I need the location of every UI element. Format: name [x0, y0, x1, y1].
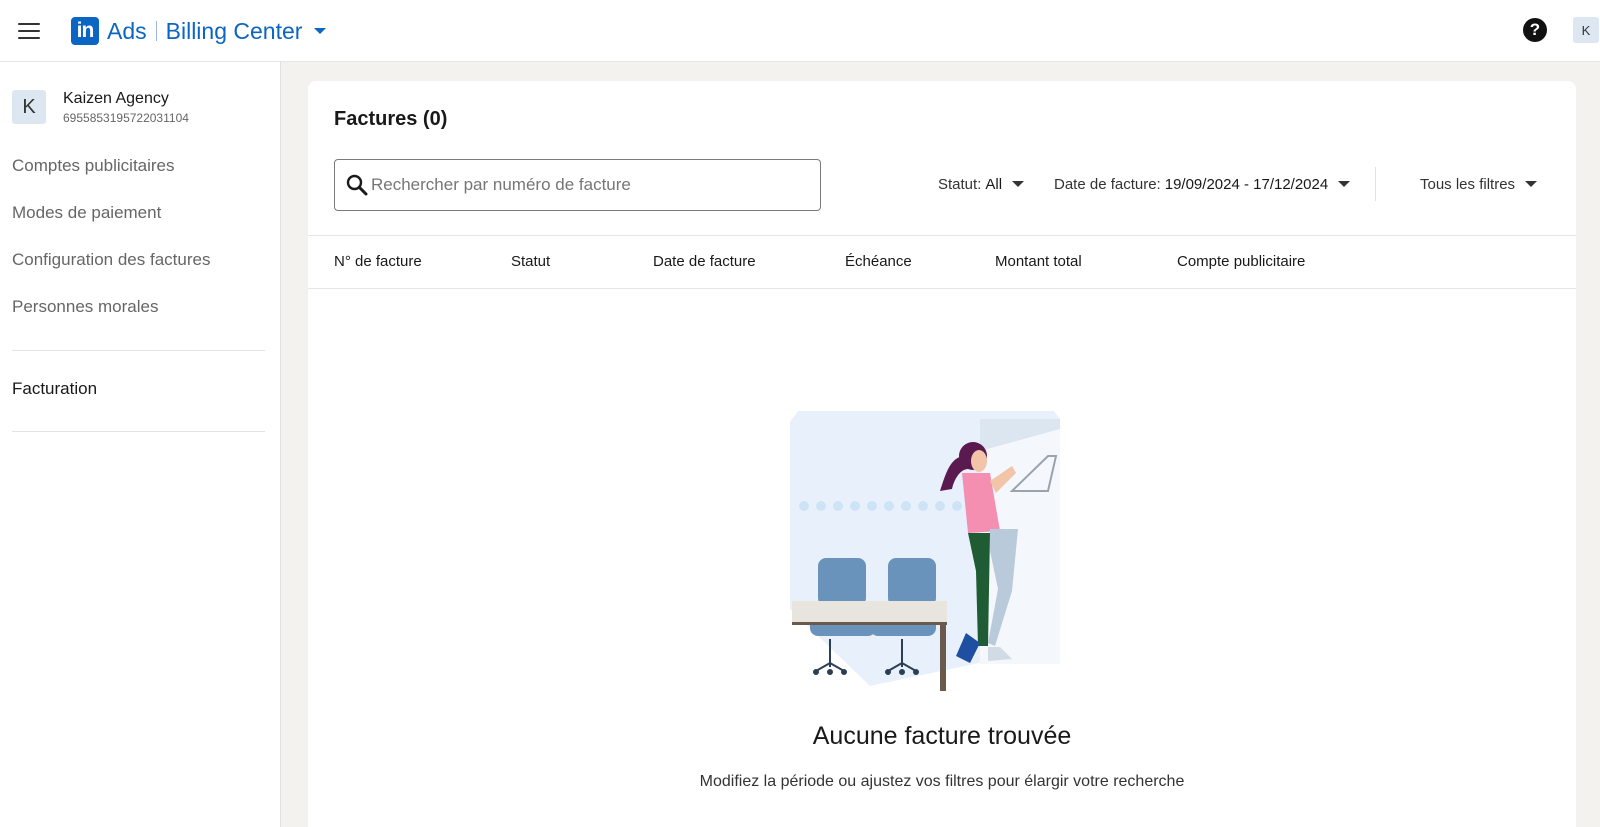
sidebar-item-legal-entities[interactable]: Personnes morales: [12, 297, 158, 317]
status-filter-dropdown[interactable]: Statut: All: [938, 173, 1025, 195]
caret-down-icon: [1525, 181, 1538, 187]
sidebar-divider: [12, 350, 265, 351]
app-title: Billing Center: [165, 17, 303, 44]
caret-down-icon: [1012, 181, 1025, 187]
account-avatar: K: [12, 90, 46, 124]
date-filter-value: 19/09/2024 - 17/12/2024: [1164, 175, 1329, 193]
column-header-invoice-date[interactable]: Date de facture: [653, 253, 756, 270]
sidebar-divider: [12, 431, 265, 432]
search-box[interactable]: [334, 159, 821, 211]
invoices-card: Factures (0) Statut: All Date de facture…: [308, 81, 1576, 827]
sidebar-item-payment-methods[interactable]: Modes de paiement: [12, 203, 161, 223]
help-icon[interactable]: ?: [1523, 18, 1547, 42]
sidebar-item-billing[interactable]: Facturation: [12, 379, 97, 399]
sidebar: K Kaizen Agency 6955853195722031104 Comp…: [0, 62, 281, 827]
column-header-due-date[interactable]: Échéance: [845, 253, 912, 270]
search-icon: [346, 174, 368, 196]
sidebar-item-ad-accounts[interactable]: Comptes publicitaires: [12, 156, 175, 176]
invoice-date-filter-dropdown[interactable]: Date de facture: 19/09/2024 - 17/12/2024: [1054, 173, 1351, 195]
column-header-status[interactable]: Statut: [511, 253, 550, 270]
page-title: Factures (0): [334, 108, 448, 130]
all-filters-dropdown[interactable]: Tous les filtres: [1420, 173, 1538, 195]
top-navigation-bar: in Ads Billing Center ? K: [0, 0, 1600, 62]
column-header-total-amount[interactable]: Montant total: [995, 253, 1082, 270]
column-header-ad-account[interactable]: Compte publicitaire: [1177, 253, 1305, 270]
column-header-invoice-number[interactable]: N° de facture: [334, 253, 422, 270]
all-filters-label: Tous les filtres: [1420, 175, 1516, 193]
date-filter-label: Date de facture:: [1054, 175, 1161, 193]
user-avatar[interactable]: K: [1573, 17, 1599, 43]
account-id: 6955853195722031104: [63, 111, 189, 125]
account-name: Kaizen Agency: [63, 90, 169, 107]
brand-divider: [155, 21, 157, 41]
empty-state-illustration: [790, 411, 1060, 691]
status-filter-label: Statut:: [938, 175, 982, 193]
status-filter-value: All: [985, 175, 1003, 193]
product-switcher[interactable]: in Ads Billing Center: [71, 16, 327, 46]
menu-icon[interactable]: [16, 18, 42, 44]
empty-state-subtitle: Modifiez la période ou ajustez vos filtr…: [699, 773, 1185, 790]
filter-divider: [1375, 167, 1376, 201]
linkedin-logo-icon: in: [71, 17, 99, 45]
sidebar-item-invoice-settings[interactable]: Configuration des factures: [12, 250, 210, 270]
caret-down-icon: [1338, 181, 1351, 187]
chevron-down-icon: [314, 28, 327, 34]
search-input[interactable]: [371, 170, 811, 200]
empty-state-title: Aucune facture trouvée: [812, 722, 1072, 750]
table-header: N° de facture Statut Date de facture Éch…: [308, 235, 1576, 289]
ads-label: Ads: [107, 17, 147, 44]
